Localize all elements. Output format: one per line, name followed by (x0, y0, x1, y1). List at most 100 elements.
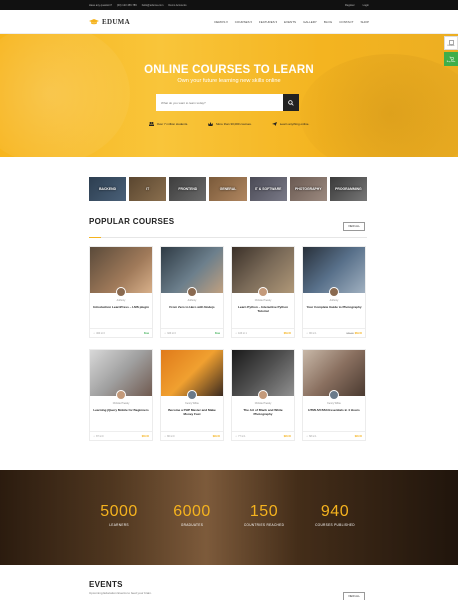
stat-learners: 5000 LEARNERS (79, 503, 159, 527)
section-divider (89, 237, 367, 238)
avatar (116, 287, 126, 297)
email-link[interactable]: hello@eduma.com (142, 4, 164, 7)
stat-label: COURSES PUBLISHED (315, 523, 355, 527)
nav-item-features[interactable]: FEATURES ▾ (259, 20, 277, 24)
course-meta: ☺ 80 ✉ 0 $99.00 (161, 431, 223, 440)
course-card[interactable]: Christie Pressly The Art of Black and Wh… (231, 349, 295, 441)
course-price: $30.00 (141, 434, 149, 438)
course-author[interactable]: Anthony (303, 299, 365, 302)
course-card[interactable]: Christie Pressly Learning jQuery Mobile … (89, 349, 153, 441)
stat-number: 940 (320, 503, 350, 520)
nav-item-demos[interactable]: DEMOS ▾ (214, 20, 227, 24)
stat-number: 5000 (100, 503, 138, 520)
category-photography[interactable]: PHOTOGRAPHY (289, 177, 327, 201)
category-label: GENERAL (219, 187, 237, 191)
course-title[interactable]: Learn Python – Interactive Python Tutori… (235, 305, 291, 314)
logo-text: EDUMA (102, 17, 130, 26)
course-title[interactable]: Your Complete Guide to Photography (306, 305, 362, 309)
category-frontend[interactable]: FRONTEND (169, 177, 207, 201)
course-meta: ☺ 464 ✉ 0 Free (90, 328, 152, 337)
category-label: BACKEND (99, 187, 117, 191)
course-author[interactable]: Christie Pressly (232, 299, 294, 302)
students-count: 103 (238, 331, 243, 335)
divider-accent (89, 237, 101, 238)
course-title[interactable]: From Zero to Hero with Nodejs (164, 305, 220, 309)
students-icon (148, 122, 154, 126)
category-label: PHOTOGRAPHY (295, 187, 322, 191)
students-count: 68 (309, 434, 312, 438)
students-count: 323 (167, 331, 172, 335)
course-title[interactable]: Become a PHP Master and Make Money Fast (164, 408, 220, 417)
demos-side-button[interactable]: Demos (444, 36, 458, 50)
course-author[interactable]: Anthony (161, 299, 223, 302)
category-programming[interactable]: PROGRAMMING (329, 177, 367, 201)
login-link[interactable]: Login (363, 4, 369, 7)
course-card[interactable]: Kenny White Become a PHP Master and Make… (160, 349, 224, 441)
course-card[interactable]: Christie Pressly Learn Python – Interact… (231, 246, 295, 338)
feature-students-text: Over 7 million students. (156, 122, 189, 126)
course-title[interactable]: The Art of Black and White Photography (235, 408, 291, 417)
comments-count: 0 (103, 331, 105, 335)
search-button[interactable] (283, 94, 299, 111)
top-bar: Have any question? (00) 123 456 789 hell… (0, 0, 458, 10)
nav-item-gallery[interactable]: GALLERY (303, 20, 317, 24)
nav-item-shop[interactable]: SHOP (360, 20, 369, 24)
course-author[interactable]: Anthony (90, 299, 152, 302)
events-title: EVENTS (89, 580, 123, 589)
demos-side-label: Demos (447, 44, 455, 47)
course-card[interactable]: Kenny White HTML5/CSS3 Essentials in 4 H… (302, 349, 366, 441)
course-title[interactable]: Learning jQuery Mobile for Beginners (93, 408, 149, 412)
course-price: Free (214, 331, 220, 335)
stat-number: 150 (249, 503, 279, 520)
course-author[interactable]: Kenny White (161, 402, 223, 405)
course-price: $69.00 (283, 331, 291, 335)
buy-now-side-label: Buy now (446, 60, 456, 63)
register-link[interactable]: Register (345, 4, 355, 7)
students-count: 96 (309, 331, 312, 335)
nav-menu: DEMOS ▾ COURSES ▾ FEATURES ▾ EVENTS GALL… (214, 20, 369, 24)
course-author[interactable]: Christie Pressly (232, 402, 294, 405)
events-view-all-button[interactable]: VIEW ALL (343, 592, 365, 600)
course-row-1: Anthony Introduction LearnPress – LMS pl… (89, 246, 367, 338)
course-author[interactable]: Kenny White (303, 402, 365, 405)
hero-features: Over 7 million students. More than 30,00… (0, 122, 458, 126)
course-price: $69.00 (354, 331, 362, 335)
stat-label: GRADUATES (180, 523, 204, 527)
category-it-software[interactable]: IT & SOFTWARE (249, 177, 287, 201)
students-count: 464 (96, 331, 101, 335)
course-title[interactable]: HTML5/CSS3 Essentials in 4 Hours (306, 408, 362, 412)
phone-link[interactable]: (00) 123 456 789 (117, 4, 137, 7)
category-it[interactable]: IT (129, 177, 167, 201)
nav-item-courses[interactable]: COURSES ▾ (235, 20, 252, 24)
course-card[interactable]: Anthony Your Complete Guide to Photograp… (302, 246, 366, 338)
category-backend[interactable]: BACKEND (89, 177, 127, 201)
popular-view-all-button[interactable]: VIEW ALL (343, 222, 365, 231)
course-meta: ☺ 87 ✉ 0 $30.00 (90, 431, 152, 440)
students-count: 77 (238, 434, 241, 438)
course-price: $90.00 (283, 434, 291, 438)
course-title[interactable]: Introduction LearnPress – LMS plugin (93, 305, 149, 309)
comments-count: 0 (102, 434, 104, 438)
hero-background-highlight (0, 34, 130, 157)
search-input[interactable] (156, 100, 283, 105)
nav-item-contact[interactable]: CONTACT (339, 20, 353, 24)
stat-label: LEARNERS (109, 523, 129, 527)
course-row-2: Christie Pressly Learning jQuery Mobile … (89, 349, 367, 441)
events-subtitle: Upcoming Education Events to feed your b… (89, 591, 152, 595)
comments-count: 0 (173, 434, 175, 438)
nav-item-events[interactable]: EVENTS (284, 20, 296, 24)
nav-item-blog[interactable]: BLOG (324, 20, 332, 24)
course-author[interactable]: Christie Pressly (90, 402, 152, 405)
course-price: $99.00 (212, 434, 220, 438)
site-logo[interactable]: EDUMA (89, 18, 130, 26)
main-nav: EDUMA DEMOS ▾ COURSES ▾ FEATURES ▾ EVENT… (0, 10, 458, 34)
graduation-cap-icon (89, 18, 99, 24)
category-label: IT (146, 187, 150, 191)
demo-accounts-link[interactable]: Demo Accounts (168, 4, 186, 7)
buy-now-side-button[interactable]: Buy now (444, 52, 458, 66)
feature-online: Learn anything online. (271, 122, 309, 126)
course-price: Free (143, 331, 149, 335)
category-general[interactable]: GENERAL (209, 177, 247, 201)
course-card[interactable]: Anthony Introduction LearnPress – LMS pl… (89, 246, 153, 338)
course-card[interactable]: Anthony From Zero to Hero with Nodejs ☺ … (160, 246, 224, 338)
